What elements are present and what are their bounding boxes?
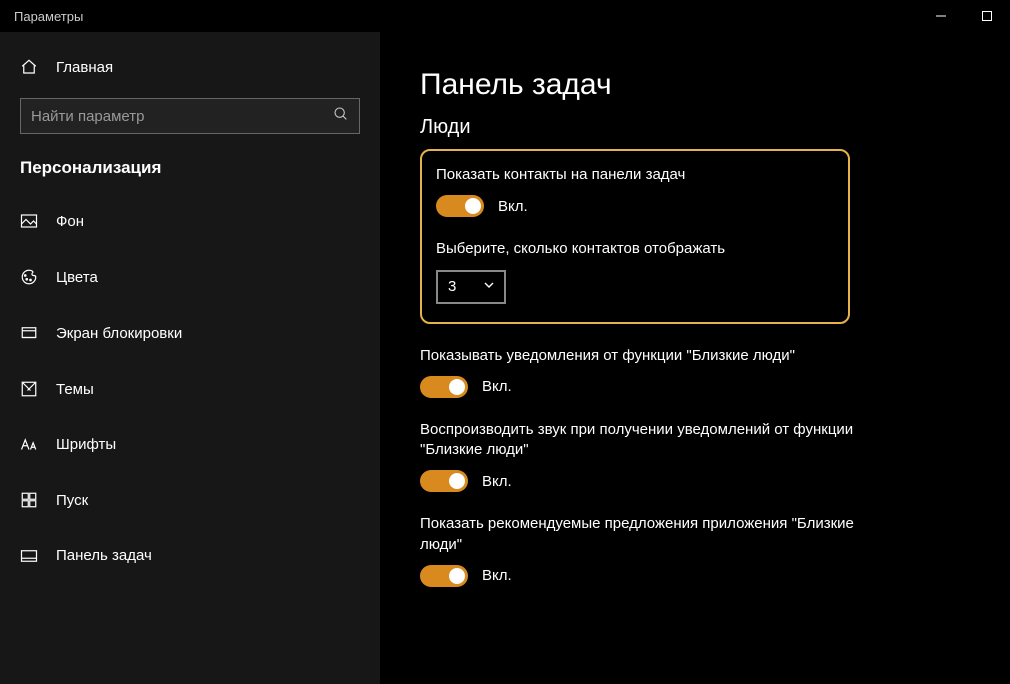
toggle-notifications[interactable] (420, 376, 468, 398)
setting-block: Показывать уведомления от функции "Близк… (420, 346, 860, 398)
sidebar-item-label: Экран блокировки (56, 325, 182, 342)
taskbar-icon (20, 549, 38, 563)
sidebar: Главная Персонализация Фон Цвета Э (0, 32, 380, 684)
home-icon (20, 58, 38, 76)
page-title: Панель задач (420, 68, 970, 102)
section-title: Люди (420, 116, 970, 139)
sidebar-item-themes[interactable]: Темы (0, 366, 380, 412)
sidebar-item-start[interactable]: Пуск (0, 477, 380, 523)
search-box[interactable] (20, 98, 360, 134)
sidebar-category: Персонализация (0, 158, 380, 198)
sidebar-item-label: Фон (56, 213, 84, 230)
sidebar-item-label: Цвета (56, 269, 98, 286)
setting-label: Воспроизводить звук при получении уведом… (420, 420, 860, 461)
sidebar-item-label: Темы (56, 381, 94, 398)
toggle-state: Вкл. (498, 198, 528, 215)
search-input[interactable] (31, 108, 333, 125)
sidebar-item-lockscreen[interactable]: Экран блокировки (0, 310, 380, 356)
contacts-count-dropdown[interactable]: 3 (436, 270, 506, 304)
chevron-down-icon (484, 281, 494, 292)
sidebar-item-background[interactable]: Фон (0, 198, 380, 244)
sidebar-item-colors[interactable]: Цвета (0, 254, 380, 300)
maximize-button[interactable] (964, 0, 1010, 32)
picture-icon (20, 212, 38, 230)
sidebar-home-label: Главная (56, 59, 113, 76)
main-content: Панель задач Люди Показать контакты на п… (380, 32, 1010, 684)
window-title: Параметры (14, 9, 83, 24)
titlebar: Параметры (0, 0, 1010, 32)
sidebar-item-fonts[interactable]: Шрифты (0, 422, 380, 467)
dropdown-value: 3 (448, 278, 456, 295)
themes-icon (20, 380, 38, 398)
setting-label: Показывать уведомления от функции "Близк… (420, 346, 860, 366)
palette-icon (20, 268, 38, 286)
window-controls (918, 0, 1010, 32)
setting-label: Показать контакты на панели задач (436, 165, 834, 185)
sidebar-item-label: Шрифты (56, 436, 116, 453)
toggle-sound[interactable] (420, 470, 468, 492)
toggle-suggestions[interactable] (420, 565, 468, 587)
lockscreen-icon (20, 324, 38, 342)
toggle-state: Вкл. (482, 378, 512, 395)
start-icon (20, 491, 38, 509)
sidebar-item-label: Панель задач (56, 547, 152, 564)
toggle-state: Вкл. (482, 473, 512, 490)
setting-block: Показать рекомендуемые предложения прило… (420, 514, 860, 587)
setting-label: Выберите, сколько контактов отображать (436, 239, 834, 259)
toggle-show-contacts[interactable] (436, 195, 484, 217)
fonts-icon (20, 437, 38, 453)
sidebar-item-taskbar[interactable]: Панель задач (0, 533, 380, 578)
minimize-button[interactable] (918, 0, 964, 32)
sidebar-item-label: Пуск (56, 492, 88, 509)
sidebar-home[interactable]: Главная (0, 44, 380, 90)
setting-label: Показать рекомендуемые предложения прило… (420, 514, 860, 555)
highlight-box: Показать контакты на панели задач Вкл. В… (420, 149, 850, 324)
search-icon (333, 106, 349, 126)
setting-block: Воспроизводить звук при получении уведом… (420, 420, 860, 493)
toggle-state: Вкл. (482, 567, 512, 584)
